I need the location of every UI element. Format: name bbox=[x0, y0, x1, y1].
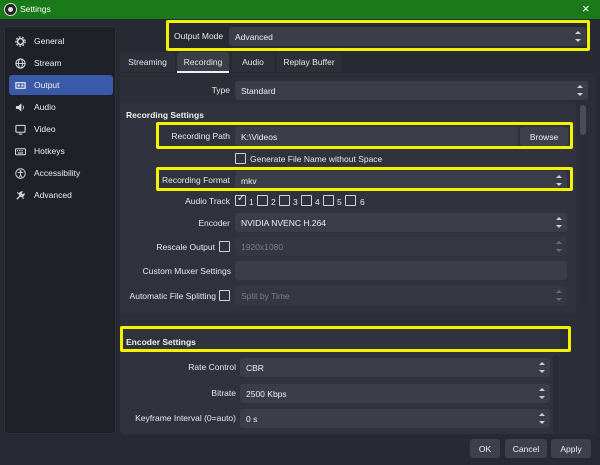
keyframe-interval-value: 0 s bbox=[246, 413, 258, 424]
sidebar-item-label: Advanced bbox=[34, 190, 72, 200]
chevron-updown-icon bbox=[555, 289, 563, 302]
recording-format-label: Recording Format bbox=[161, 175, 230, 185]
output-icon bbox=[14, 79, 27, 92]
audio-track-4-label: 4 bbox=[315, 197, 320, 207]
encoder-scrollbar-track[interactable] bbox=[553, 355, 559, 434]
app-logo-icon bbox=[4, 3, 17, 16]
tab-replay-buffer[interactable]: Replay Buffer bbox=[277, 52, 341, 72]
sidebar-item-output[interactable]: Output bbox=[9, 75, 113, 95]
recording-format-value: mkv bbox=[241, 175, 257, 186]
keyframe-interval-spinbox[interactable]: 0 s bbox=[240, 409, 550, 428]
type-label: Type bbox=[211, 85, 230, 95]
globe-icon bbox=[14, 57, 27, 70]
accessibility-icon bbox=[14, 167, 27, 180]
cancel-button[interactable]: Cancel bbox=[505, 439, 547, 458]
ok-button[interactable]: OK bbox=[470, 439, 500, 458]
sidebar-item-hotkeys[interactable]: Hotkeys bbox=[9, 141, 113, 161]
keyframe-interval-label: Keyframe Interval (0=auto) bbox=[135, 413, 236, 423]
audio-track-3-label: 3 bbox=[293, 197, 298, 207]
window-title: Settings bbox=[20, 4, 51, 14]
recording-format-select[interactable]: mkv bbox=[235, 171, 567, 190]
chevron-updown-icon bbox=[574, 30, 582, 43]
rescale-output-value: 1920x1080 bbox=[241, 241, 284, 252]
encoder-label: Encoder bbox=[198, 218, 230, 228]
file-splitting-label: Automatic File Splitting bbox=[129, 291, 216, 301]
gear-icon bbox=[14, 35, 27, 48]
generate-filename-label: Generate File Name without Space bbox=[250, 154, 383, 164]
type-value: Standard bbox=[241, 85, 276, 96]
sidebar-item-label: Stream bbox=[34, 58, 62, 68]
sidebar-item-label: Accessibility bbox=[34, 168, 81, 178]
sidebar-item-audio[interactable]: Audio bbox=[9, 97, 113, 117]
chevron-updown-icon bbox=[555, 216, 563, 229]
browse-button[interactable]: Browse bbox=[520, 127, 568, 146]
audio-track-1-label: 1 bbox=[249, 197, 254, 207]
sidebar-item-label: Audio bbox=[34, 102, 56, 112]
recording-path-value: K:\Videos bbox=[241, 131, 278, 142]
rescale-output-checkbox[interactable] bbox=[219, 241, 230, 252]
custom-muxer-label: Custom Muxer Settings bbox=[142, 266, 231, 276]
audio-track-2-label: 2 bbox=[271, 197, 276, 207]
custom-muxer-input[interactable] bbox=[235, 261, 567, 280]
keyboard-icon bbox=[14, 145, 27, 158]
tab-recording[interactable]: Recording bbox=[177, 52, 229, 73]
audio-track-6-label: 6 bbox=[360, 197, 365, 207]
close-icon[interactable]: × bbox=[582, 1, 590, 16]
audio-track-5-label: 5 bbox=[337, 197, 342, 207]
spinner-arrows-icon[interactable] bbox=[538, 387, 546, 400]
scrollbar-thumb[interactable] bbox=[580, 105, 586, 135]
rescale-output-select[interactable]: 1920x1080 bbox=[235, 237, 567, 256]
sidebar-item-stream[interactable]: Stream bbox=[9, 53, 113, 73]
apply-button[interactable]: Apply bbox=[551, 439, 591, 458]
speaker-icon bbox=[14, 101, 27, 114]
chevron-updown-icon bbox=[538, 361, 546, 374]
bitrate-value: 2500 Kbps bbox=[246, 388, 287, 399]
monitor-icon bbox=[14, 123, 27, 136]
audio-track-6-checkbox[interactable] bbox=[345, 195, 356, 206]
bitrate-spinbox[interactable]: 2500 Kbps bbox=[240, 384, 550, 403]
output-mode-select[interactable]: Advanced bbox=[229, 27, 586, 46]
sidebar-item-video[interactable]: Video bbox=[9, 119, 113, 139]
audio-track-1-checkbox[interactable] bbox=[235, 193, 246, 206]
sidebar-item-label: Video bbox=[34, 124, 56, 134]
output-mode-value: Advanced bbox=[235, 31, 273, 42]
sidebar-item-label: Output bbox=[34, 80, 60, 90]
rate-control-label: Rate Control bbox=[188, 362, 236, 372]
encoder-select[interactable]: NVIDIA NVENC H.264 bbox=[235, 213, 567, 232]
wrench-icon bbox=[14, 189, 27, 202]
sidebar-item-general[interactable]: General bbox=[9, 31, 113, 51]
audio-track-4-checkbox[interactable] bbox=[301, 195, 312, 206]
chevron-updown-icon bbox=[555, 174, 563, 187]
spinner-arrows-icon[interactable] bbox=[538, 412, 546, 425]
output-mode-label: Output Mode bbox=[174, 31, 224, 41]
file-splitting-value: Split by Time bbox=[241, 290, 290, 301]
generate-filename-checkbox[interactable] bbox=[235, 153, 246, 164]
recording-path-input[interactable]: K:\Videos bbox=[235, 127, 518, 146]
sidebar-item-label: Hotkeys bbox=[34, 146, 65, 156]
recording-path-label: Recording Path bbox=[171, 131, 230, 141]
sidebar-item-advanced[interactable]: Advanced bbox=[9, 185, 113, 205]
chevron-updown-icon bbox=[576, 84, 584, 97]
title-bar: Settings × bbox=[0, 0, 600, 19]
chevron-updown-icon bbox=[555, 240, 563, 253]
audio-track-label: Audio Track bbox=[185, 196, 230, 206]
type-select[interactable]: Standard bbox=[235, 81, 588, 100]
audio-track-3-checkbox[interactable] bbox=[279, 195, 290, 206]
sidebar: General Stream Output Audio Video Hotkey… bbox=[4, 26, 116, 434]
rescale-output-label: Rescale Output bbox=[156, 242, 215, 252]
tab-audio[interactable]: Audio bbox=[232, 52, 274, 72]
rate-control-value: CBR bbox=[246, 362, 264, 373]
audio-track-5-checkbox[interactable] bbox=[323, 195, 334, 206]
encoder-settings-title: Encoder Settings bbox=[126, 337, 196, 347]
audio-track-2-checkbox[interactable] bbox=[257, 195, 268, 206]
file-splitting-select[interactable]: Split by Time bbox=[235, 286, 567, 305]
encoder-value: NVIDIA NVENC H.264 bbox=[241, 217, 327, 228]
file-splitting-checkbox[interactable] bbox=[219, 290, 230, 301]
sidebar-item-accessibility[interactable]: Accessibility bbox=[9, 163, 113, 183]
sidebar-item-label: General bbox=[34, 36, 65, 46]
recording-settings-title: Recording Settings bbox=[126, 110, 204, 120]
rate-control-select[interactable]: CBR bbox=[240, 358, 550, 377]
bitrate-label: Bitrate bbox=[211, 388, 236, 398]
tab-streaming[interactable]: Streaming bbox=[120, 52, 175, 72]
